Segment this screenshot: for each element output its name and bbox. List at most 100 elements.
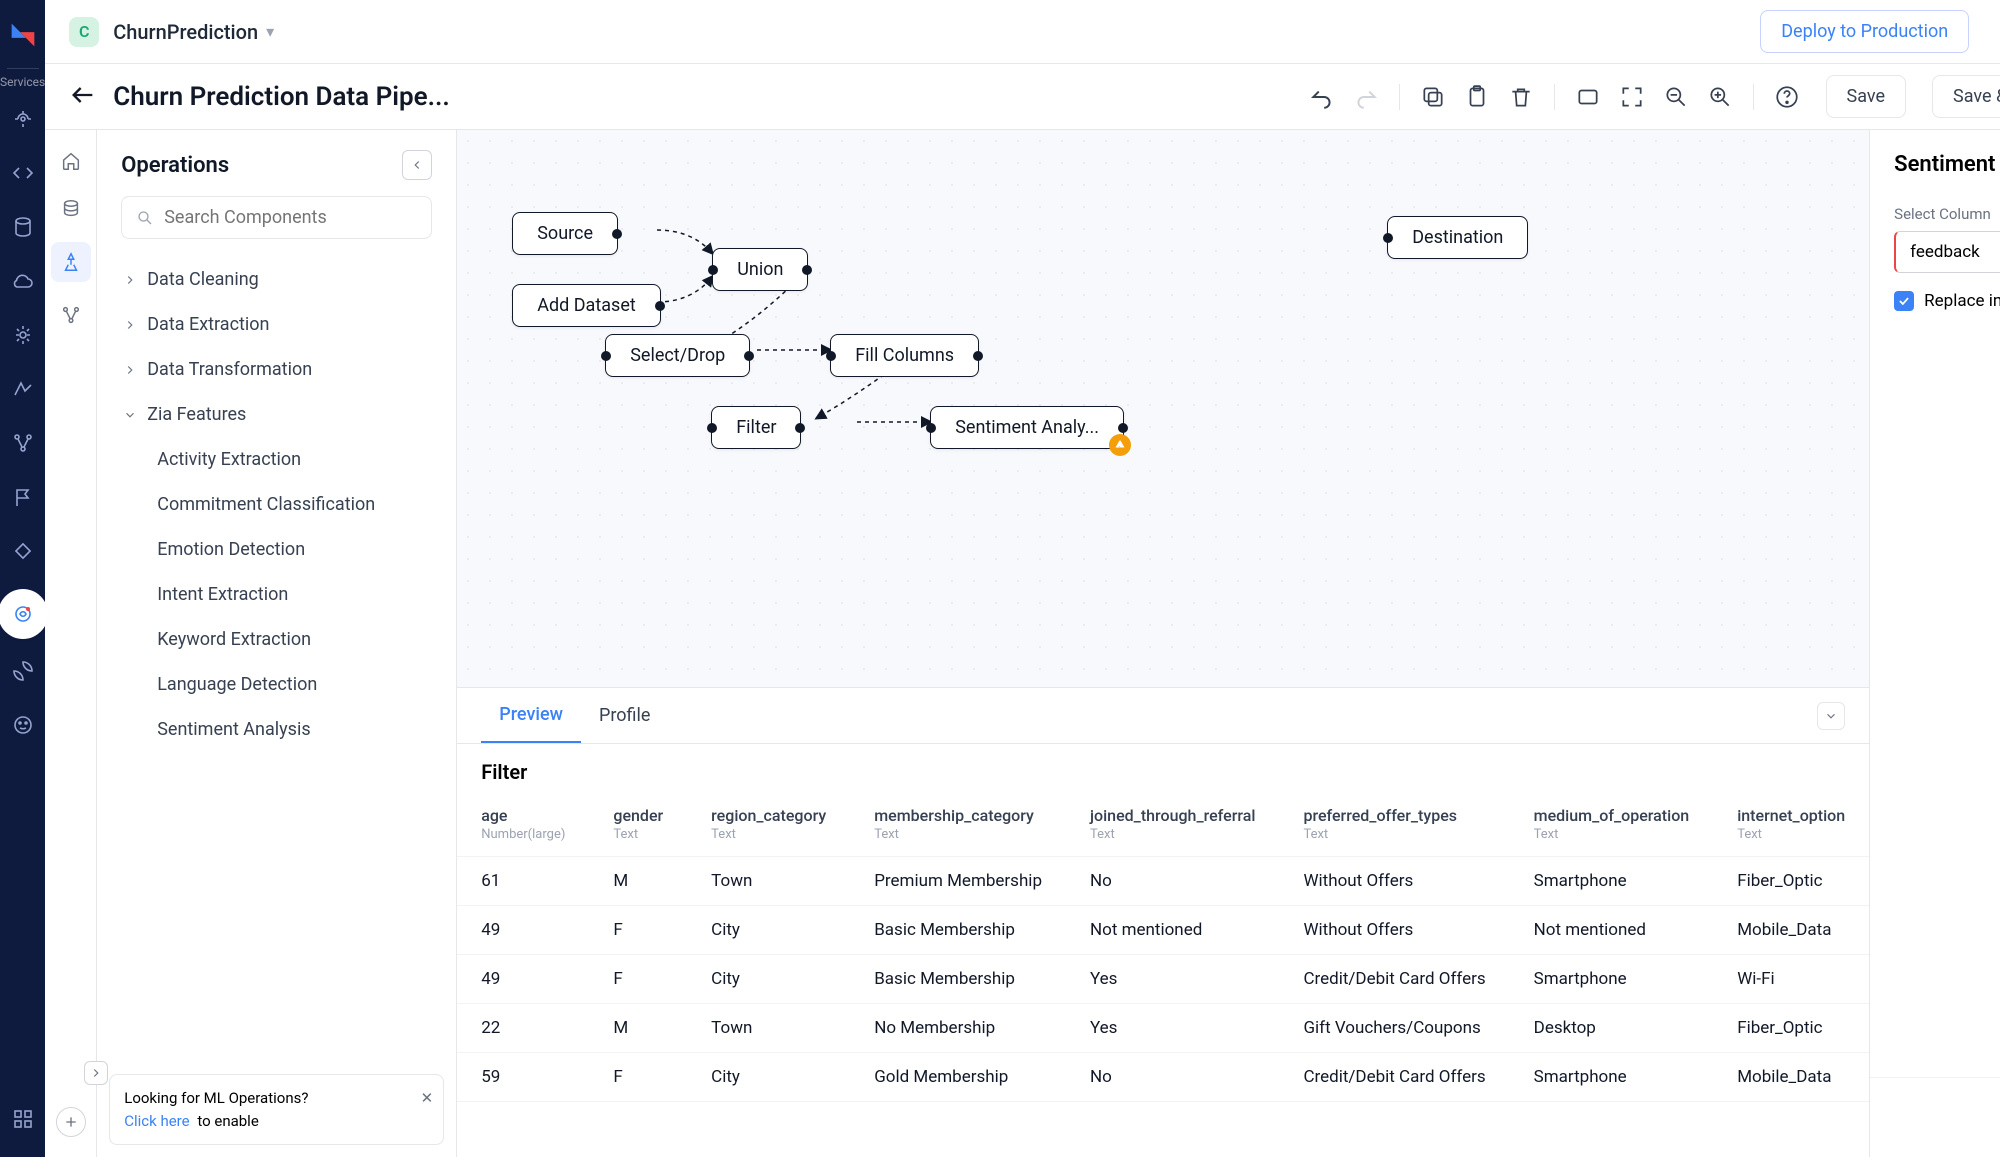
rail-item-zia[interactable] [5, 317, 41, 353]
rail-item-active[interactable] [2, 593, 44, 635]
editor-header: Churn Prediction Data Pipe... Save Save … [45, 64, 2000, 130]
workspace-badge: C [69, 17, 99, 47]
graph-icon[interactable] [56, 300, 86, 330]
pipeline-canvas[interactable]: Source Union Add Dataset Select/Drop Fil… [457, 130, 1869, 687]
rail-item-diamond[interactable] [5, 533, 41, 569]
tree-leaf[interactable]: Emotion Detection [149, 527, 444, 572]
services-label: Services [0, 75, 45, 89]
redo-icon[interactable] [1353, 84, 1379, 110]
back-button[interactable] [69, 81, 97, 113]
operations-title: Operations [121, 153, 229, 178]
tree-leaf[interactable]: Commitment Classification [149, 482, 444, 527]
close-icon[interactable]: ✕ [421, 1087, 434, 1110]
toolbar: Save Save & Close Execute [1309, 75, 2000, 118]
node-source[interactable]: Source [512, 212, 618, 255]
node-union[interactable]: Union [712, 248, 808, 291]
ml-banner: Looking for ML Operations? Click here to… [109, 1074, 444, 1145]
add-button[interactable] [56, 1107, 86, 1137]
workspace-name: ChurnPrediction [113, 20, 258, 44]
fullscreen-icon[interactable] [1619, 84, 1645, 110]
column-header[interactable]: joined_through_referralText [1066, 792, 1279, 857]
rail-item-face[interactable] [5, 707, 41, 743]
rail-item-nodes[interactable] [5, 425, 41, 461]
tree-group[interactable]: Data Transformation [109, 347, 444, 392]
column-header[interactable]: medium_of_operationText [1510, 792, 1714, 857]
rail-item-cloud[interactable] [5, 263, 41, 299]
chevron-down-icon[interactable] [1817, 702, 1845, 730]
chevron-icon [123, 318, 139, 332]
help-icon-2[interactable] [1774, 84, 1800, 110]
rail-item-0[interactable] [5, 101, 41, 137]
table-row[interactable]: 59FCityGold MembershipNoCredit/Debit Car… [457, 1053, 1869, 1102]
save-close-button[interactable]: Save & Close [1932, 75, 2000, 118]
node-sentiment[interactable]: Sentiment Analy... [930, 406, 1124, 449]
ml-enable-link[interactable]: Click here [124, 1112, 189, 1130]
node-destination[interactable]: Destination [1387, 216, 1528, 259]
tree-leaf[interactable]: Activity Extraction [149, 437, 444, 482]
node-add-dataset[interactable]: Add Dataset [512, 284, 661, 327]
stack-icon[interactable] [56, 194, 86, 224]
column-header[interactable]: genderText [589, 792, 687, 857]
rail-item-grid[interactable] [5, 1101, 41, 1137]
home-icon[interactable] [56, 146, 86, 176]
pipeline-icon[interactable] [51, 242, 91, 282]
chevron-down-icon: ▾ [266, 22, 274, 41]
replace-label: Replace in place [1924, 291, 2000, 311]
rail-item-db[interactable] [5, 209, 41, 245]
editor-mini-nav [45, 130, 97, 1157]
properties-panel: Sentiment Analysis Select Column feedbac… [1869, 130, 2000, 1157]
chevron-icon [123, 408, 139, 422]
brand-logo [6, 18, 40, 52]
table-row[interactable]: 49FCityBasic MembershipNot mentionedWith… [457, 906, 1869, 955]
table-row[interactable]: 61MTownPremium MembershipNoWithout Offer… [457, 857, 1869, 906]
undo-icon[interactable] [1309, 84, 1335, 110]
search-input[interactable] [164, 207, 417, 228]
node-fill-columns[interactable]: Fill Columns [830, 334, 979, 377]
column-header[interactable]: ageNumber(large) [457, 792, 589, 857]
rail-item-za[interactable] [5, 371, 41, 407]
tree-group[interactable]: Zia Features [109, 392, 444, 437]
zoom-out-icon[interactable] [1663, 84, 1689, 110]
deploy-button[interactable]: Deploy to Production [1760, 10, 1969, 53]
tree-leaf[interactable]: Keyword Extraction [149, 617, 444, 662]
column-select[interactable]: feedback [1894, 231, 2000, 273]
column-header[interactable]: preferred_offer_typesText [1279, 792, 1509, 857]
table-row[interactable]: 49FCityBasic MembershipYesCredit/Debit C… [457, 955, 1869, 1004]
node-filter[interactable]: Filter [711, 406, 801, 449]
tab-profile[interactable]: Profile [581, 689, 668, 742]
tree-leaf[interactable]: Language Detection [149, 662, 444, 707]
chevron-icon [123, 273, 139, 287]
rail-item-code[interactable] [5, 155, 41, 191]
column-header[interactable]: region_categoryText [687, 792, 850, 857]
tree-leaf[interactable]: Sentiment Analysis [149, 707, 444, 752]
tree-group[interactable]: Data Cleaning [109, 257, 444, 302]
fit-icon[interactable] [1575, 84, 1601, 110]
zoom-in-icon[interactable] [1707, 84, 1733, 110]
paste-icon[interactable] [1464, 84, 1490, 110]
preview-table: ageNumber(large)genderTextregion_categor… [457, 792, 1869, 1102]
workspace-switch[interactable]: ChurnPrediction ▾ [113, 20, 274, 44]
page-title: Churn Prediction Data Pipe... [113, 82, 450, 112]
copy-icon[interactable] [1420, 84, 1446, 110]
tree-leaf[interactable]: Intent Extraction [149, 572, 444, 617]
tab-preview[interactable]: Preview [481, 688, 581, 743]
node-select-drop[interactable]: Select/Drop [605, 334, 750, 377]
chevron-icon [123, 363, 139, 377]
warning-icon [1109, 434, 1131, 456]
save-button[interactable]: Save [1826, 75, 1907, 118]
tree-group[interactable]: Data Extraction [109, 302, 444, 347]
rail-item-leaf[interactable] [5, 653, 41, 689]
table-row[interactable]: 22MTownNo MembershipYesGift Vouchers/Cou… [457, 1004, 1869, 1053]
rail-item-flag[interactable] [5, 479, 41, 515]
column-header[interactable]: membership_categoryText [850, 792, 1066, 857]
search-icon [136, 209, 154, 227]
preview-panel: Preview Profile Filter ageNumber(large)g… [457, 687, 1869, 1157]
column-header[interactable]: internet_optionText [1713, 792, 1869, 857]
operations-panel: Operations Data CleaningData ExtractionD… [97, 130, 457, 1157]
trash-icon[interactable] [1508, 84, 1534, 110]
topbar: C ChurnPrediction ▾ Deploy to Production [45, 0, 2000, 64]
panel-title: Sentiment Analysis [1870, 130, 2000, 187]
search-input-wrapper[interactable] [121, 196, 432, 239]
collapse-panel-button[interactable] [402, 150, 432, 180]
replace-checkbox[interactable] [1894, 291, 1914, 311]
